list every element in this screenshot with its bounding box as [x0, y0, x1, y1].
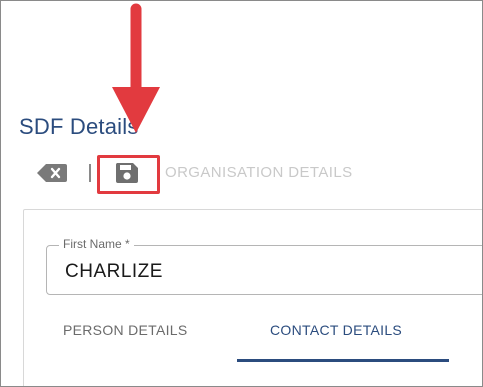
backspace-icon[interactable] — [37, 164, 67, 182]
toolbar-divider — [89, 164, 91, 182]
arrow-down-icon — [106, 1, 166, 141]
tab-contact-details[interactable]: CONTACT DETAILS — [270, 322, 402, 338]
screenshot-frame: SDF Details ORGANISATION DETAILS First N… — [0, 0, 483, 387]
first-name-field[interactable]: First Name * CHARLIZE — [46, 237, 482, 295]
tab-bar: PERSON DETAILS CONTACT DETAILS — [46, 307, 482, 362]
active-tab-indicator — [237, 359, 449, 362]
first-name-label: First Name * — [59, 237, 134, 251]
organisation-details-button[interactable]: ORGANISATION DETAILS — [165, 164, 352, 181]
tab-person-details[interactable]: PERSON DETAILS — [63, 322, 188, 338]
toolbar: ORGANISATION DETAILS — [1, 156, 482, 190]
annotation-highlight-box — [97, 155, 160, 194]
first-name-value[interactable]: CHARLIZE — [65, 261, 163, 283]
